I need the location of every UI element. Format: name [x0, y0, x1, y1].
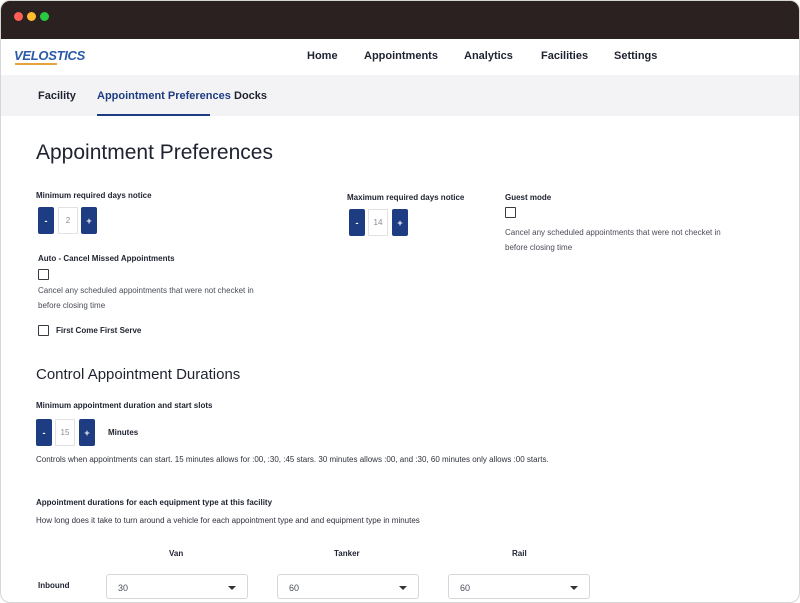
durations-section-title: Control Appointment Durations	[36, 366, 241, 383]
window-titlebar	[1, 1, 799, 39]
settings-tabs: Facility Appointment Preferences Docks	[1, 75, 799, 116]
chevron-down-icon	[570, 586, 578, 590]
inbound-tanker-select[interactable]: 60	[277, 574, 419, 599]
column-header-tanker: Tanker	[334, 549, 360, 558]
inbound-van-select[interactable]: 30	[106, 574, 248, 599]
auto-cancel-help-line-2: before closing time	[38, 301, 106, 310]
minimize-window-icon[interactable]	[27, 12, 36, 21]
nav-home[interactable]: Home	[307, 50, 338, 62]
guest-mode-checkbox[interactable]	[505, 207, 516, 218]
nav-facilities[interactable]: Facilities	[541, 50, 588, 62]
chevron-down-icon	[228, 586, 236, 590]
max-days-increment-button[interactable]: +	[392, 209, 408, 236]
auto-cancel-help: Cancel any scheduled appointments that w…	[38, 283, 254, 313]
duration-value[interactable]: 15	[55, 419, 75, 446]
column-header-van: Van	[169, 549, 184, 558]
max-days-decrement-button[interactable]: -	[349, 209, 365, 236]
tab-appointment-preferences[interactable]: Appointment Preferences	[97, 90, 231, 102]
nav-settings[interactable]: Settings	[614, 50, 657, 62]
close-window-icon[interactable]	[14, 12, 23, 21]
equipment-help: How long does it take to turn around a v…	[36, 516, 420, 525]
logo-underline	[15, 63, 57, 65]
min-days-increment-button[interactable]: +	[81, 207, 97, 234]
top-navbar: VELOSTICS Home Appointments Analytics Fa…	[1, 39, 799, 75]
inbound-rail-select[interactable]: 60	[448, 574, 590, 599]
auto-cancel-label: Auto - Cancel Missed Appointments	[38, 254, 175, 263]
guest-mode-help: Cancel any scheduled appointments that w…	[505, 225, 721, 255]
auto-cancel-checkbox[interactable]	[38, 269, 49, 280]
active-tab-indicator	[97, 114, 210, 116]
column-header-rail: Rail	[512, 549, 527, 558]
maximize-window-icon[interactable]	[40, 12, 49, 21]
max-days-label: Maximum required days notice	[347, 193, 465, 202]
app-window: VELOSTICS Home Appointments Analytics Fa…	[0, 0, 800, 603]
min-days-label: Minimum required days notice	[36, 191, 152, 200]
min-duration-label: Minimum appointment duration and start s…	[36, 401, 213, 410]
duration-unit-label: Minutes	[108, 428, 139, 437]
auto-cancel-help-line-1: Cancel any scheduled appointments that w…	[38, 286, 254, 295]
nav-analytics[interactable]: Analytics	[464, 50, 513, 62]
row-label-inbound: Inbound	[38, 581, 70, 590]
duration-help: Controls when appointments can start. 15…	[36, 455, 549, 464]
inbound-van-value: 30	[118, 583, 129, 593]
min-days-value[interactable]: 2	[58, 207, 78, 234]
chevron-down-icon	[399, 586, 407, 590]
guest-mode-help-line-2: before closing time	[505, 243, 573, 252]
equipment-label: Appointment durations for each equipment…	[36, 498, 273, 507]
duration-decrement-button[interactable]: -	[36, 419, 52, 446]
logo[interactable]: VELOSTICS	[14, 48, 85, 63]
tab-facility[interactable]: Facility	[38, 90, 76, 102]
first-come-checkbox[interactable]	[38, 325, 49, 336]
first-come-label: First Come First Serve	[56, 326, 142, 335]
inbound-tanker-value: 60	[289, 583, 300, 593]
max-days-value[interactable]: 14	[368, 209, 388, 236]
nav-appointments[interactable]: Appointments	[364, 50, 438, 62]
tab-docks[interactable]: Docks	[234, 90, 267, 102]
page-title: Appointment Preferences	[36, 141, 273, 164]
duration-increment-button[interactable]: +	[79, 419, 95, 446]
min-days-decrement-button[interactable]: -	[38, 207, 54, 234]
guest-mode-label: Guest mode	[505, 193, 552, 202]
inbound-rail-value: 60	[460, 583, 471, 593]
guest-mode-help-line-1: Cancel any scheduled appointments that w…	[505, 228, 721, 237]
